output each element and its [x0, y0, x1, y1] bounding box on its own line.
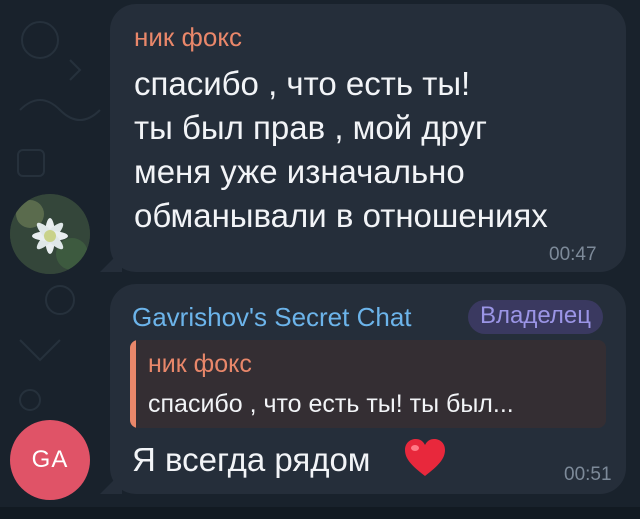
- message-time: 00:51: [564, 464, 612, 485]
- reply-quote[interactable]: ник фокс спасибо , что есть ты! ты был..…: [130, 340, 606, 428]
- avatar[interactable]: [10, 194, 90, 274]
- message-time: 00:47: [549, 244, 597, 265]
- flower-avatar-icon: [10, 194, 90, 274]
- message-text-line: ты был прав , мой друг: [134, 109, 488, 146]
- reply-text: спасибо , что есть ты! ты был...: [148, 390, 514, 418]
- owner-badge: Владелец: [468, 300, 604, 334]
- message-text-line: обманывали в отношениях: [134, 197, 548, 234]
- avatar[interactable]: GA: [10, 420, 90, 500]
- avatar-initials: GA: [31, 446, 69, 473]
- message-text-line: спасибо , что есть ты!: [134, 65, 471, 102]
- heart-emoji-icon: [405, 439, 445, 476]
- next-message-edge: [0, 507, 640, 519]
- message-text-line: меня уже изначально: [134, 153, 465, 190]
- reply-quote-bar: [130, 340, 136, 428]
- message-sender[interactable]: Gavrishov's Secret Chat: [132, 302, 412, 333]
- message-text: Я всегда рядом: [132, 441, 371, 478]
- message-sender[interactable]: ник фокс: [134, 22, 242, 53]
- reply-sender: ник фокс: [148, 350, 252, 378]
